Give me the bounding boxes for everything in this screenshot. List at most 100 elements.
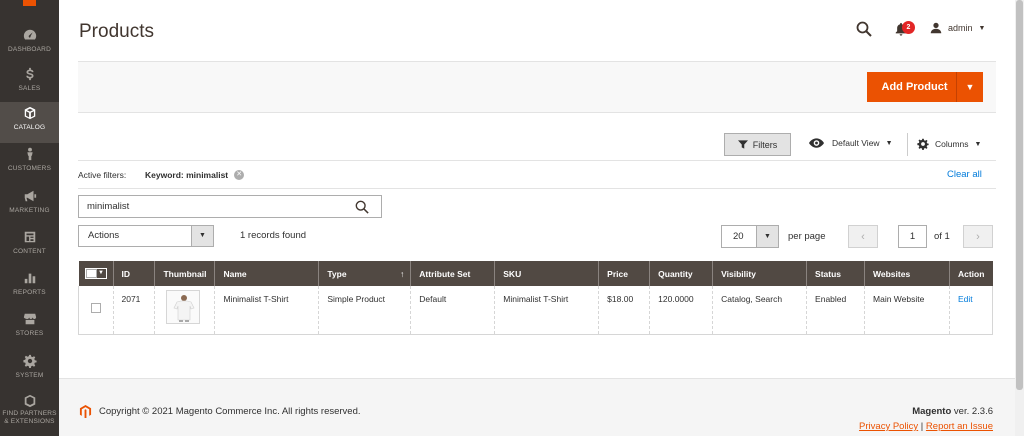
box-icon (24, 106, 35, 120)
person-icon (26, 147, 33, 161)
user-name: admin (948, 23, 973, 33)
eye-icon (809, 138, 824, 148)
clear-all-link[interactable]: Clear all (947, 169, 982, 180)
funnel-icon (737, 140, 748, 149)
main-content: Products 2 admin ▼ Add Product ▼ Filters… (59, 0, 1015, 436)
column-header-action: Action (948, 261, 993, 286)
sidebar-item-label: SYSTEM (15, 372, 44, 379)
magento-logo-icon[interactable] (23, 0, 36, 6)
column-header-visibility[interactable]: Visibility (712, 261, 807, 286)
column-header-sku[interactable]: SKU (494, 261, 599, 286)
search-icon[interactable] (856, 21, 872, 37)
user-menu[interactable]: admin ▼ (930, 22, 985, 34)
page-scrollbar[interactable] (1015, 0, 1024, 436)
mass-select-checkbox[interactable]: ▼ (84, 267, 107, 279)
mass-select-header[interactable]: ▼ (78, 261, 113, 286)
sidebar-item-customers[interactable]: CUSTOMERS (0, 143, 59, 183)
cell-sku: Minimalist T-Shirt (494, 286, 599, 335)
active-filters-label: Active filters: (78, 170, 127, 180)
column-header-websites[interactable]: Websites (864, 261, 950, 286)
chevron-down-icon: ▼ (191, 226, 213, 246)
cell-quantity: 120.0000 (649, 286, 713, 335)
cell-action: Edit (948, 286, 994, 335)
brand-name: Magento (912, 406, 952, 417)
filter-chip-label: Keyword: minimalist (145, 170, 229, 180)
default-view-dropdown[interactable]: Default View ▼ (809, 138, 893, 148)
extensions-icon (24, 394, 35, 408)
privacy-policy-link[interactable]: Privacy Policy (859, 421, 918, 432)
content-icon (24, 231, 35, 243)
per-page-label: per page (788, 231, 826, 242)
active-filter-chip: Keyword: minimalist ✕ (145, 170, 245, 180)
keyword-search-input[interactable]: minimalist (78, 195, 382, 218)
dashboard-icon (23, 29, 36, 40)
remove-filter-icon[interactable]: ✕ (234, 170, 245, 180)
sort-arrow-icon: ↑ (400, 268, 405, 279)
per-page-select[interactable]: 20 ▼ (721, 225, 779, 248)
column-header-price[interactable]: Price (598, 261, 650, 286)
chevron-down-icon: ▼ (96, 268, 106, 278)
bar-chart-icon (24, 273, 35, 284)
add-product-button[interactable]: Add Product ▼ (867, 72, 983, 102)
sidebar-item-marketing[interactable]: MARKETING (0, 185, 59, 225)
toolbar-divider (907, 133, 908, 156)
report-issue-link[interactable]: Report an Issue (926, 421, 993, 432)
cell-name: Minimalist T-Shirt (214, 286, 319, 335)
table-row: 2071 Minimalist T-Shirt Simple Product D… (78, 286, 994, 335)
sidebar-item-label: STORES (15, 330, 44, 337)
column-header-name[interactable]: Name (214, 261, 319, 286)
sidebar-item-dashboard[interactable]: DASHBOARD (0, 24, 59, 64)
chevron-down-icon: ▼ (978, 24, 986, 32)
filters-button[interactable]: Filters (724, 133, 791, 156)
sidebar-item-system[interactable]: SYSTEM (0, 350, 59, 390)
magento-logo-icon (79, 405, 92, 418)
add-product-dropdown-toggle[interactable]: ▼ (956, 72, 983, 102)
columns-dropdown[interactable]: Columns ▼ (917, 138, 981, 150)
column-header-id[interactable]: ID (112, 261, 155, 286)
cell-status: Enabled (806, 286, 865, 335)
admin-sidebar: DASHBOARD SALES CATALOG CUSTOMERS MARKET… (0, 0, 59, 436)
column-header-type-label: Type (327, 268, 347, 279)
cell-id: 2071 (112, 286, 155, 335)
column-header-thumbnail: Thumbnail (154, 261, 215, 286)
sidebar-item-label: CATALOG (13, 124, 46, 131)
product-thumbnail[interactable] (166, 290, 201, 324)
sidebar-item-label: CONTENT (13, 248, 46, 255)
sidebar-item-label: FIND PARTNERS & EXTENSIONS (2, 410, 57, 425)
column-header-type[interactable]: Type ↑ (318, 261, 411, 286)
column-header-status[interactable]: Status (806, 261, 865, 286)
link-separator: | (918, 421, 926, 432)
sidebar-item-find-partners[interactable]: FIND PARTNERS & EXTENSIONS (0, 390, 59, 436)
cell-websites: Main Website (864, 286, 950, 335)
divider (78, 160, 996, 161)
column-header-attribute-set[interactable]: Attribute Set (410, 261, 495, 286)
sidebar-item-label: MARKETING (9, 207, 50, 214)
sidebar-item-sales[interactable]: SALES (0, 63, 59, 103)
row-checkbox[interactable] (90, 303, 101, 313)
version-info: Magento ver. 2.3.6 (912, 406, 993, 417)
total-pages: of 1 (934, 231, 950, 242)
edit-link[interactable]: Edit (958, 294, 973, 304)
search-value: minimalist (87, 201, 130, 212)
search-icon[interactable] (355, 200, 369, 214)
filters-label: Filters (752, 139, 778, 150)
previous-page-button[interactable]: ‹ (848, 225, 878, 248)
sidebar-item-content[interactable]: CONTENT (0, 226, 59, 266)
notification-badge[interactable]: 2 (902, 21, 915, 34)
chevron-down-icon: ▼ (974, 140, 982, 148)
sidebar-item-catalog[interactable]: CATALOG (0, 102, 59, 143)
sidebar-item-stores[interactable]: STORES (0, 308, 59, 348)
mass-actions-select[interactable]: Actions ▼ (78, 225, 214, 247)
footer-links: Privacy Policy | Report an Issue (859, 421, 993, 432)
sidebar-item-reports[interactable]: REPORTS (0, 267, 59, 307)
next-page-button[interactable]: › (963, 225, 993, 248)
columns-label: Columns (935, 139, 969, 149)
tshirt-person-icon (174, 295, 195, 322)
cell-visibility: Catalog, Search (712, 286, 807, 335)
records-found: 1 records found (240, 230, 307, 241)
scrollbar-thumb[interactable] (1016, 0, 1023, 390)
page-number-input[interactable]: 1 (898, 225, 927, 248)
sidebar-item-label: SALES (18, 85, 41, 92)
page-footer: Copyright © 2021 Magento Commerce Inc. A… (59, 378, 1015, 436)
column-header-quantity[interactable]: Quantity (649, 261, 713, 286)
